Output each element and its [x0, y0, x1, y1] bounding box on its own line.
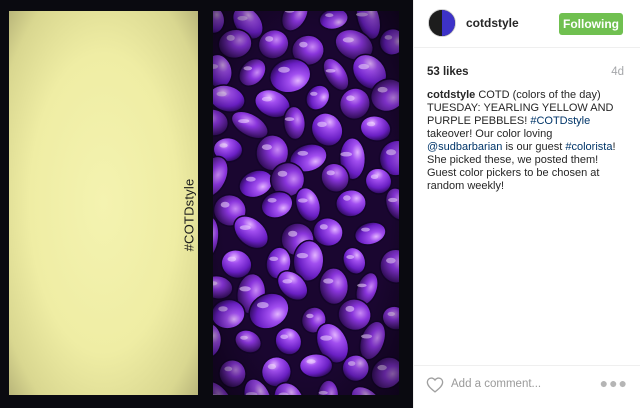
avatar[interactable]: [428, 9, 456, 37]
heart-icon[interactable]: [426, 377, 444, 393]
post-header: cotdstyle Following: [414, 0, 640, 47]
post-image[interactable]: #COTDstyle: [0, 0, 413, 408]
comment-bar: ●●●: [414, 365, 640, 408]
add-comment-input[interactable]: [451, 378, 591, 390]
caption-text-3: is our guest: [502, 141, 566, 153]
image-hashtag-text: #COTDstyle: [181, 178, 197, 252]
caption-hashtag-cotdstyle[interactable]: #COTDstyle: [530, 115, 590, 127]
header-username[interactable]: cotdstyle: [466, 16, 519, 30]
purple-pebbles-photo: [213, 11, 399, 395]
yellow-color-swatch: [9, 11, 198, 395]
caption-text-2: takeover! Our color loving: [427, 128, 553, 140]
instagram-post: #COTDstyle cotdstyle Following 53 likes …: [0, 0, 640, 408]
likes-count[interactable]: 53 likes: [427, 66, 469, 78]
header-divider: [414, 47, 640, 48]
caption-mention-sudbarbarian[interactable]: @sudbarbarian: [427, 141, 502, 153]
following-button[interactable]: Following: [559, 13, 623, 35]
caption-username[interactable]: cotdstyle: [427, 89, 475, 101]
more-options-icon[interactable]: ●●●: [600, 375, 628, 391]
caption-hashtag-colorista[interactable]: #colorista: [565, 141, 612, 153]
panel-divider: [413, 0, 414, 408]
post-age[interactable]: 4d: [611, 66, 624, 78]
post-caption: cotdstyle COTD (colors of the day) TUESD…: [427, 89, 627, 193]
